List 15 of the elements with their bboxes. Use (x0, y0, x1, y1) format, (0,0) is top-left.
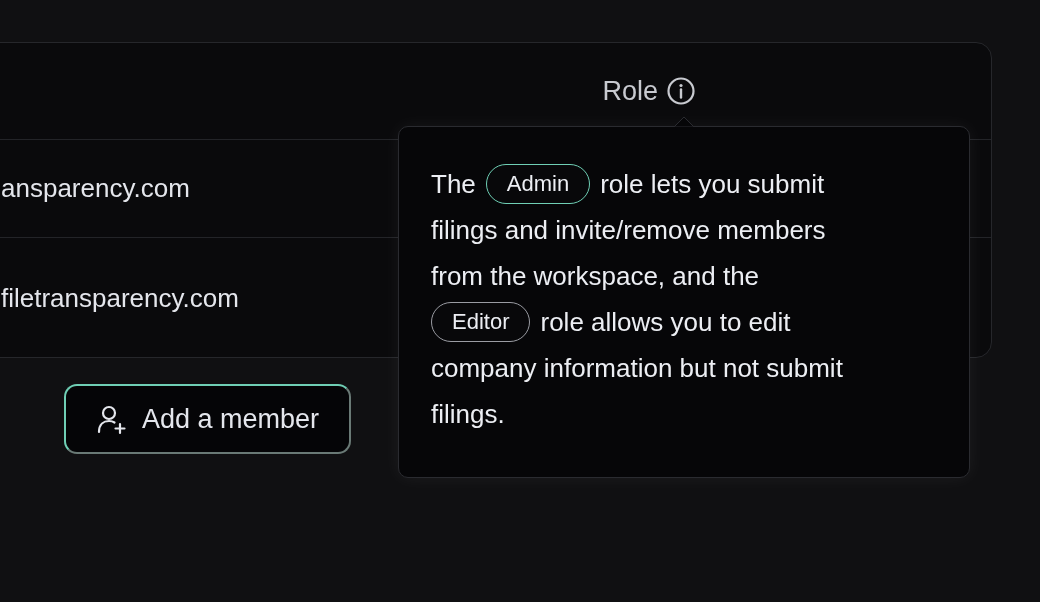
role-badge: Editor (431, 302, 531, 342)
tooltip-text: from the workspace, and the (431, 260, 760, 292)
column-header: Role (602, 75, 658, 107)
email-cell: filetransparency.com (1, 282, 239, 314)
tooltip-text: company information but not submit (431, 352, 843, 384)
info-icon[interactable] (666, 76, 696, 106)
role-badge: Admin (485, 164, 591, 204)
user-plus-icon (96, 403, 128, 435)
add-member-button[interactable]: Add a member (64, 384, 352, 454)
tooltip-text: filings. (431, 398, 505, 430)
email-cell: ansparency.com (1, 173, 190, 204)
tooltip-text: filings and invite/remove members (431, 214, 826, 246)
tooltip-text: The (431, 168, 476, 200)
tooltip-text: role allows you to edit (540, 306, 791, 338)
tooltip-text: role lets you submit (600, 168, 825, 200)
